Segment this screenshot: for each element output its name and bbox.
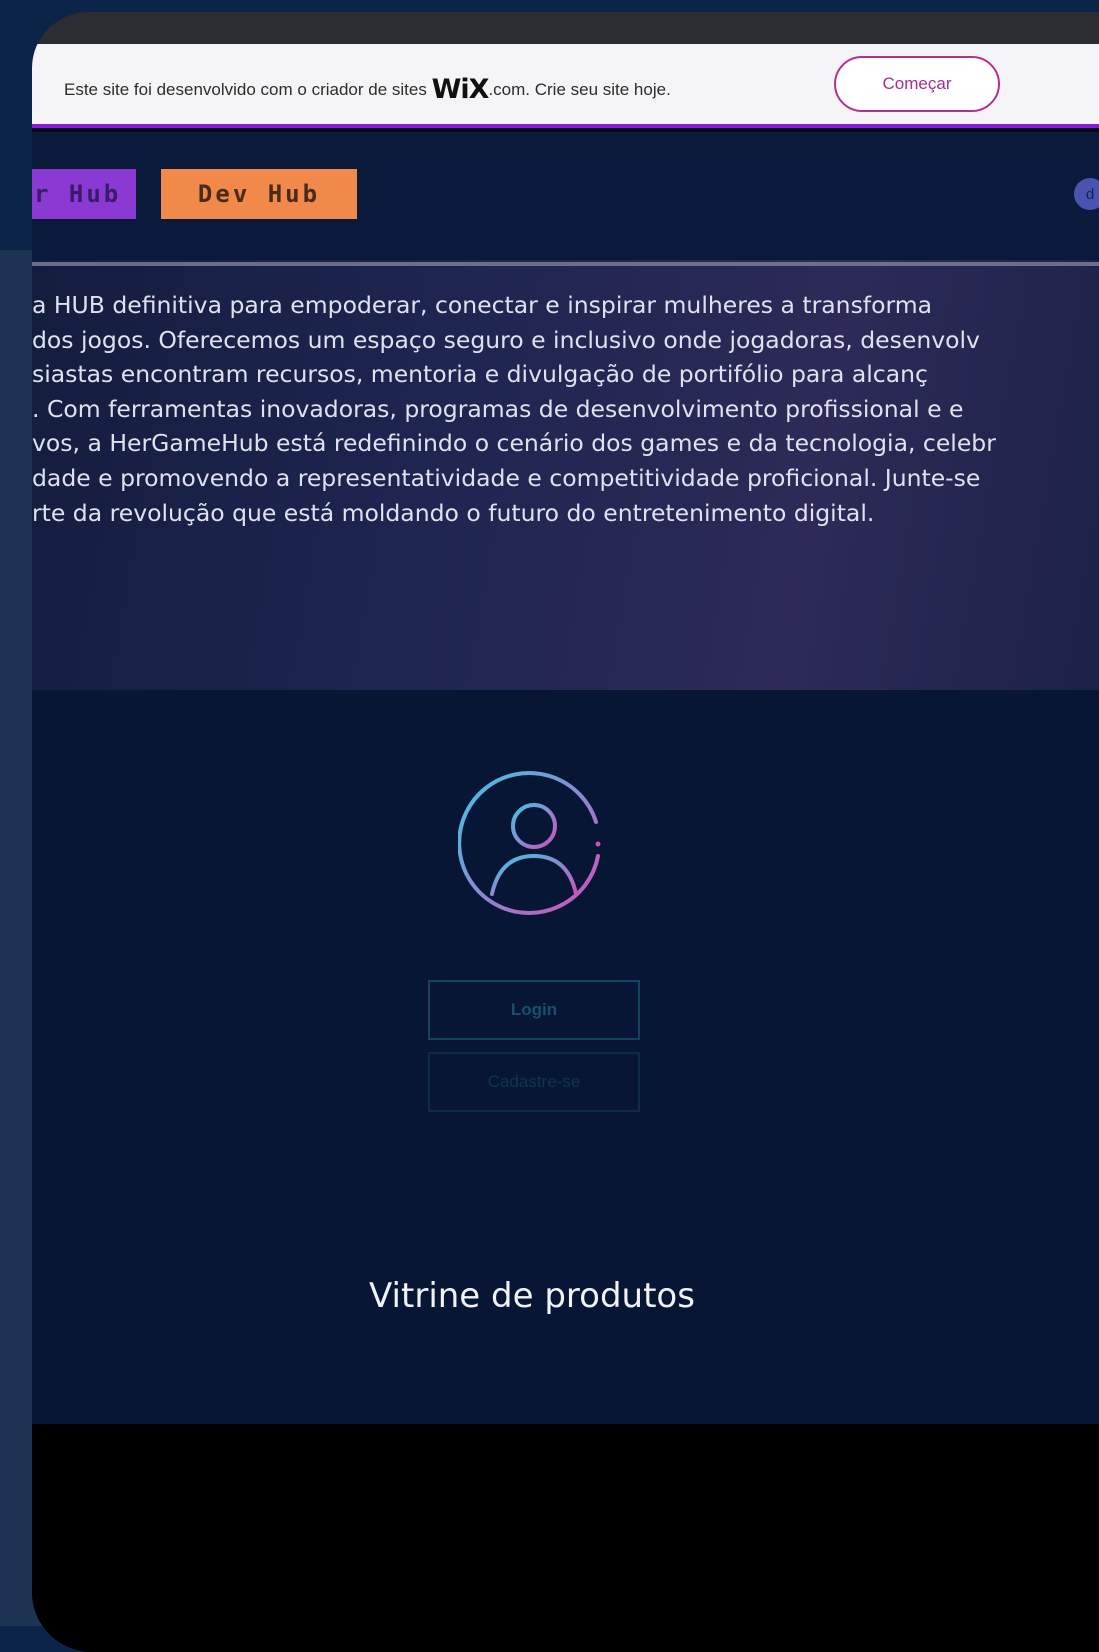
user-profile-icon xyxy=(458,770,601,915)
login-section: Login Cadastre-se Vitrine de produtos xyxy=(32,690,1099,1424)
page-footer-area xyxy=(32,1424,1099,1652)
wix-ad-banner: Este site foi desenvolvido com o criador… xyxy=(32,44,1099,128)
about-line: . Com ferramentas inovadoras, programas … xyxy=(32,394,964,423)
wix-start-button[interactable]: Começar xyxy=(834,56,1000,112)
about-section: a HUB definitiva para empoderar, conecta… xyxy=(32,260,1099,690)
dev-hub-button[interactable]: Dev Hub xyxy=(161,169,357,219)
about-line: dade e promovendo a representatividade e… xyxy=(32,463,981,492)
about-line: vos, a HerGameHub está redefinindo o cen… xyxy=(32,429,996,458)
site-header: r Hub Dev Hub d xyxy=(32,132,1099,272)
avatar[interactable]: d xyxy=(1074,178,1099,210)
device-frame: Este site foi desenvolvido com o criador… xyxy=(32,12,1099,1652)
register-button[interactable]: Cadastre-se xyxy=(428,1052,640,1112)
wix-banner-text-end: .com. Crie seu site hoje. xyxy=(488,80,671,99)
section-divider xyxy=(32,262,1099,266)
about-line: a HUB definitiva para empoderar, conecta… xyxy=(32,291,932,319)
wix-banner-text: Este site foi desenvolvido com o criador… xyxy=(64,74,671,105)
wix-logo[interactable]: WiX xyxy=(432,74,490,105)
product-showcase-title: Vitrine de produtos xyxy=(369,1276,695,1316)
device-top-bar xyxy=(32,12,1099,44)
player-hub-button[interactable]: r Hub xyxy=(32,169,136,219)
about-paragraph: a HUB definitiva para empoderar, conecta… xyxy=(32,288,1099,530)
wix-banner-text-start: Este site foi desenvolvido com o criador… xyxy=(64,80,432,99)
about-line: rte da revolução que está moldando o fut… xyxy=(32,498,875,527)
about-line: siastas encontram recursos, mentoria e d… xyxy=(32,360,928,389)
about-line: dos jogos. Oferecemos um espaço seguro e… xyxy=(32,325,980,354)
login-button[interactable]: Login xyxy=(428,980,640,1040)
